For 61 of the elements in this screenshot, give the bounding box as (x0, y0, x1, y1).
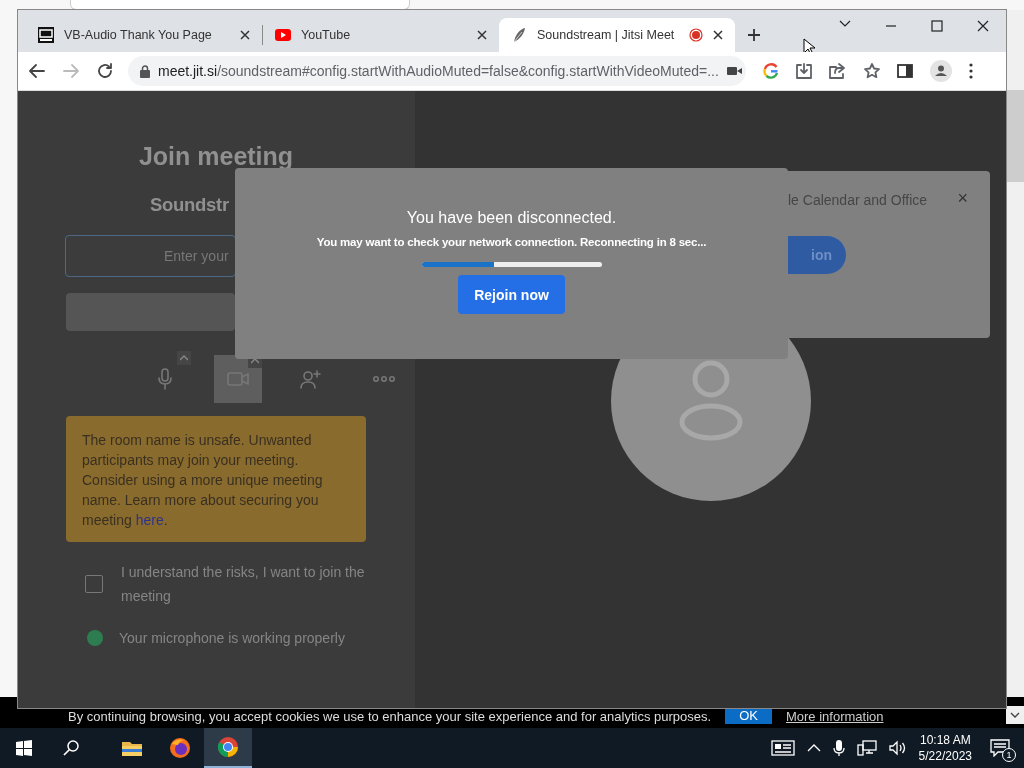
news-icon[interactable] (770, 740, 795, 756)
scroll-down-icon[interactable] (1006, 706, 1024, 724)
menu-toggle[interactable] (177, 351, 191, 365)
close-icon[interactable] (477, 30, 487, 40)
chevron-down-icon[interactable] (839, 20, 851, 28)
tab-title: VB-Audio Thank You Page (64, 28, 213, 42)
browser-icon (216, 735, 240, 759)
meeting-heading: Join meeting (137, 141, 295, 171)
new-tab-icon[interactable] (747, 28, 761, 42)
close-icon[interactable] (977, 20, 989, 32)
share-icon[interactable] (829, 63, 847, 79)
microphone-icon[interactable] (832, 739, 845, 757)
taskbar-app[interactable] (204, 728, 252, 768)
profile-icon[interactable] (930, 60, 952, 82)
url-text: meet.jit.si/soundstream#config.startWithAudioMuted=false&config.startWithVideoMuted=... (158, 63, 719, 79)
tab-title: YouTube (301, 28, 352, 42)
add-person-icon[interactable] (300, 368, 322, 390)
multicolor-ring-icon[interactable] (763, 63, 779, 79)
side-panel-icon[interactable] (897, 64, 913, 78)
browser-icon (168, 736, 192, 760)
tab-title: Soundstream | Jitsi Meet (537, 28, 676, 42)
install-icon[interactable] (796, 63, 812, 79)
address-bar[interactable]: meet.jit.si/soundstream#config.startWithAudioMuted=false&config.startWithVideoMuted=... (128, 56, 746, 86)
back-icon[interactable] (28, 62, 46, 80)
notifications-icon[interactable] (990, 739, 1010, 757)
cookie-notice: By continuing browsing, you accept cookies we use to enhance your site experience and for analytics purposes. (68, 709, 712, 724)
windows-start-icon[interactable] (16, 740, 32, 756)
room-name: Soundstr (150, 193, 230, 217)
clock-date[interactable]: 5/22/2023 (918, 748, 972, 764)
close-icon[interactable] (240, 30, 250, 40)
checkbox[interactable] (85, 575, 103, 593)
feather-icon (511, 27, 527, 43)
browser-tab[interactable]: Soundstream | Jitsi Meet (499, 18, 735, 52)
video-camera-icon[interactable] (726, 65, 743, 77)
network-icon[interactable] (856, 740, 877, 756)
search-icon[interactable] (62, 739, 80, 757)
dialog-title: You have been disconnected. (406, 208, 617, 228)
notification-text: le Calendar and Office (788, 191, 928, 209)
browser-tab[interactable]: YouTube (263, 18, 499, 52)
vb-logo-icon (38, 27, 54, 43)
caret-icon (180, 355, 188, 361)
notification-count: 1 (1002, 748, 1016, 762)
volume-icon[interactable] (888, 740, 907, 756)
recording-icon (689, 28, 703, 42)
more-information-link[interactable]: More information (785, 709, 884, 724)
play-logo-icon (275, 27, 291, 43)
close-icon[interactable] (713, 30, 723, 40)
microphone-status: Your microphone is working properly (119, 630, 345, 646)
menu-icon[interactable] (969, 63, 973, 79)
rejoin-button[interactable]: Rejoin now (458, 275, 565, 314)
dialog-message: You may want to check your network connection. Reconnecting in 8 sec... (316, 236, 707, 248)
lock-icon (140, 64, 150, 78)
star-icon[interactable] (864, 63, 880, 79)
chevron-up-icon[interactable] (806, 743, 821, 753)
more-icon[interactable] (373, 376, 395, 382)
browser-tab[interactable]: VB-Audio Thank You Page (26, 18, 262, 52)
maximize-icon[interactable] (931, 20, 943, 32)
name-field[interactable]: Enter your (65, 235, 236, 277)
clock-time[interactable]: 10:18 AM (919, 732, 971, 748)
warning-message: The room name is unsafe. Unwanted participants may join your meeting. Consider using a more unique meeting name. Learn more about securing you meeting here. (82, 431, 324, 530)
reload-icon[interactable] (96, 62, 114, 80)
